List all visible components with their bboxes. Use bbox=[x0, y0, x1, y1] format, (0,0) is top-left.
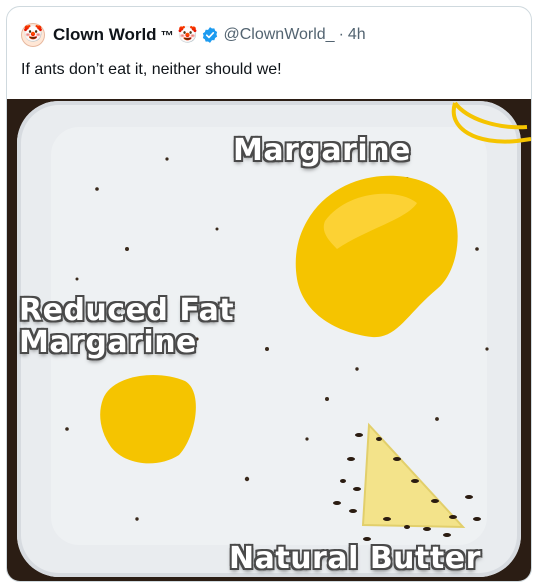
user-handle[interactable]: @ClownWorld_ bbox=[223, 26, 334, 44]
tweet-text: If ants don’t eat it, neither should we! bbox=[21, 61, 282, 78]
trademark-symbol: ™ bbox=[160, 27, 174, 43]
verified-badge-icon bbox=[203, 27, 218, 43]
separator-dot: · bbox=[338, 26, 344, 43]
clown-face-icon: 🤡 bbox=[177, 27, 198, 44]
display-name[interactable]: Clown World bbox=[53, 25, 157, 45]
tweet-header: 🤡 Clown World ™ 🤡 @ClownWorld_ · 4h bbox=[21, 21, 517, 49]
corner-curl bbox=[451, 101, 531, 144]
label-reduced-fat-margarine: Reduced Fat Margarine bbox=[19, 293, 235, 360]
tweet-timestamp[interactable]: 4h bbox=[348, 26, 366, 44]
label-natural-butter: Natural Butter bbox=[229, 541, 481, 576]
avatar[interactable]: 🤡 bbox=[21, 23, 45, 47]
clown-face-icon: 🤡 bbox=[23, 26, 43, 43]
tweet-card[interactable]: 🤡 Clown World ™ 🤡 @ClownWorld_ · 4h If a… bbox=[6, 6, 532, 582]
tweet-media-image[interactable]: Margarine Reduced Fat Margarine Natural … bbox=[7, 99, 531, 581]
reduced-fat-margarine-blob bbox=[100, 375, 196, 464]
label-margarine: Margarine bbox=[233, 133, 411, 168]
